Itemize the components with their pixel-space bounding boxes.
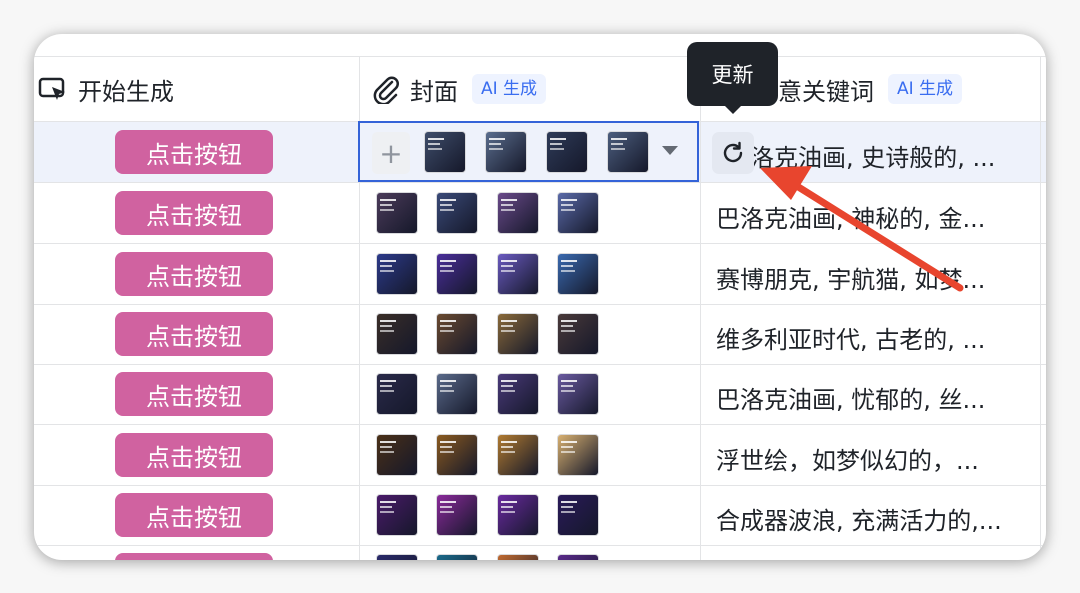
annotation-arrow — [760, 166, 964, 292]
app-window: 开始生成 封面 AI 生成 意关键词 AI 生成 点击按钮 洛克油画, 史诗般的,… — [34, 34, 1046, 560]
